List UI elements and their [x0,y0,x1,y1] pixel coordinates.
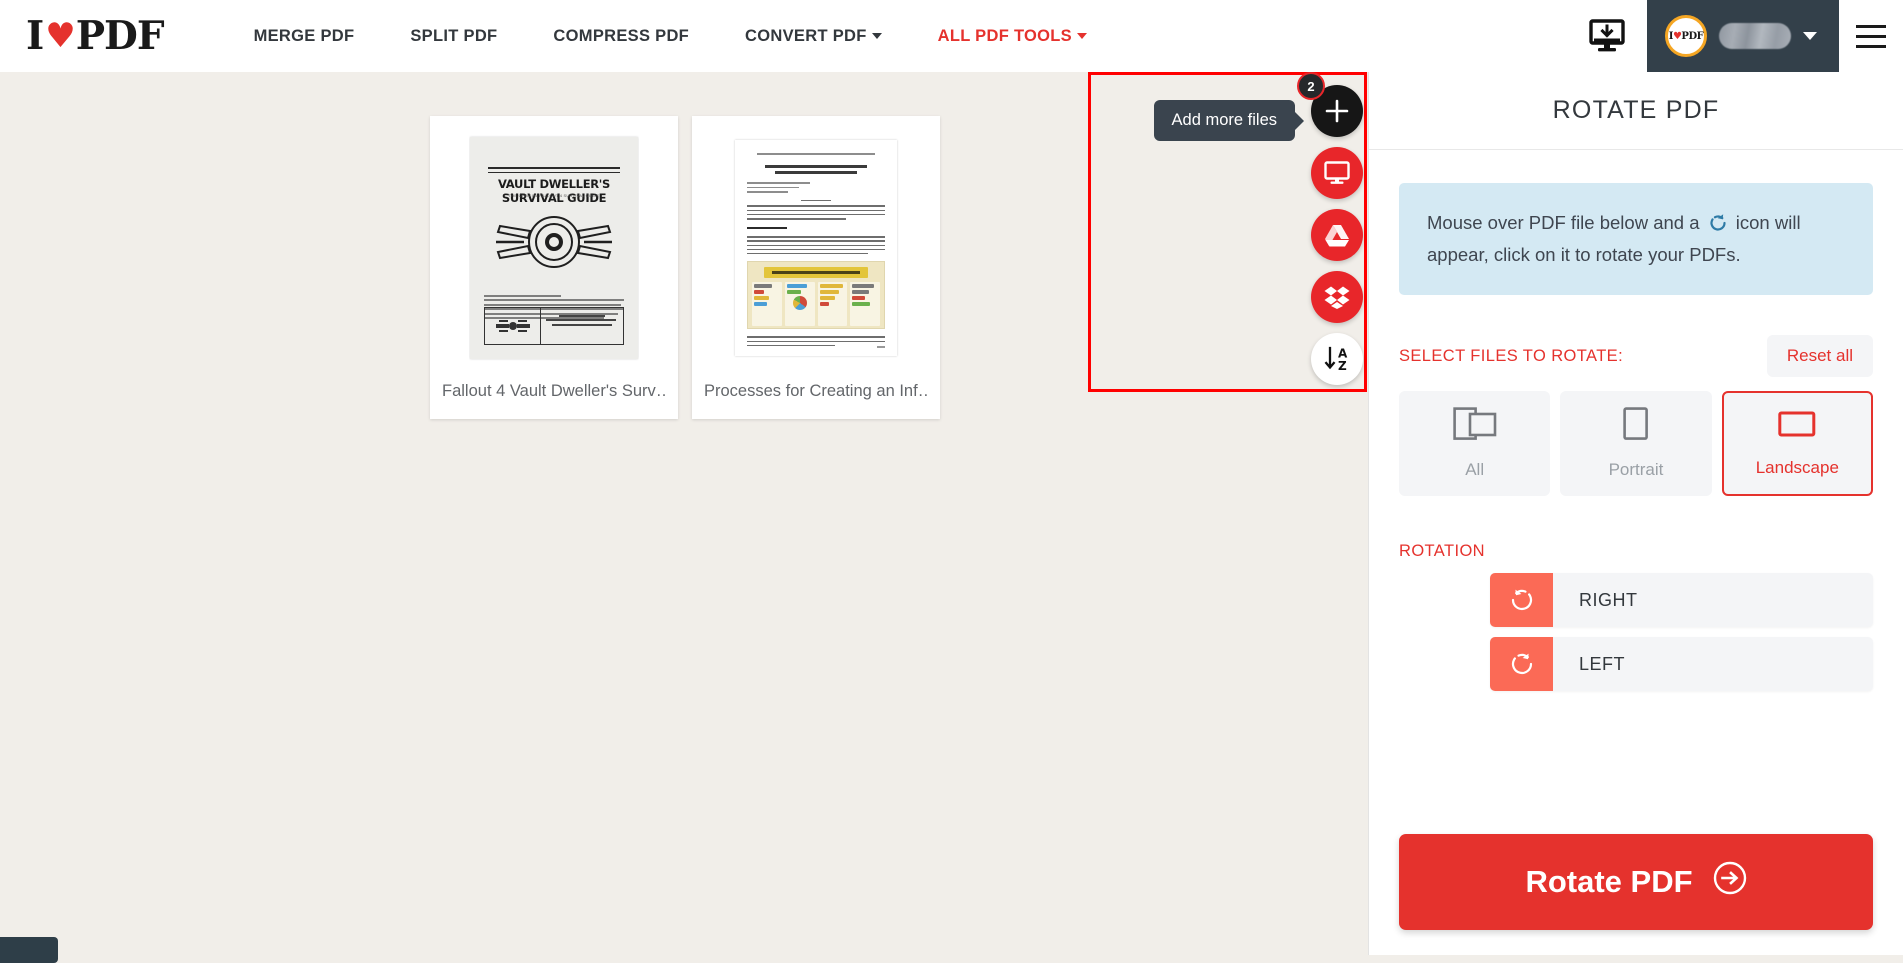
thumb-footer-box [484,307,624,345]
info-banner: Mouse over PDF file below and a icon wil… [1399,183,1873,295]
arrow-right-circle-icon [1713,861,1747,903]
nav-label: ALL PDF TOOLS [938,27,1072,45]
file-list: VAULT DWELLER'S SURVIVAL GUIDE THE OFFIC… [430,116,940,419]
nav-label: MERGE PDF [254,27,355,45]
hamburger-line [1856,35,1886,38]
chevron-down-icon [872,33,882,39]
rotation-label: LEFT [1553,654,1625,675]
file-thumbnail [731,134,901,362]
thumbnail-fallout-guide: VAULT DWELLER'S SURVIVAL GUIDE THE OFFIC… [470,137,638,359]
landscape-page-icon [1778,409,1816,444]
info-text-part1: Mouse over PDF file below and a [1427,212,1700,233]
hamburger-menu-icon[interactable] [1839,0,1903,72]
add-files-panel-highlight: Add more files 2 [1088,72,1367,392]
sort-files-az-button[interactable]: A Z [1311,333,1363,385]
rotation-label: RIGHT [1553,590,1638,611]
upload-from-dropbox-button[interactable] [1311,271,1363,323]
heart-icon: ♥ [1673,31,1681,42]
rotate-left-button[interactable]: LEFT [1490,637,1873,691]
rotate-pdf-submit-button[interactable]: Rotate PDF [1399,834,1873,930]
tool-sidebar: ROTATE PDF Mouse over PDF file below and… [1368,72,1903,955]
nav-label: COMPRESS PDF [553,27,689,45]
heart-icon: ♥ [45,19,74,53]
file-type-option-landscape[interactable]: Landscape [1722,391,1873,496]
nav-label: SPLIT PDF [410,27,497,45]
info-banner-text: Mouse over PDF file below and a icon wil… [1427,209,1845,269]
file-type-selector: All Portrait Landscape [1399,391,1873,496]
file-actions-toolbar: Add more files 2 [1311,85,1363,385]
cta-label: Rotate PDF [1525,864,1692,900]
thumb-infographic-figure [747,261,885,329]
hamburger-line [1856,45,1886,48]
logo-text-pre: I [26,13,43,59]
file-count-badge: 2 [1297,72,1325,100]
thumb-title: VAULT DWELLER'S SURVIVAL GUIDE [470,177,638,205]
svg-text:Z: Z [1338,359,1347,373]
ilovepdf-logo[interactable]: I♥PDF [26,13,164,59]
nav-item-convert-pdf[interactable]: CONVERT PDF [717,27,910,46]
nav-item-merge-pdf[interactable]: MERGE PDF [226,27,383,46]
nav-item-all-pdf-tools[interactable]: ALL PDF TOOLS [910,27,1115,46]
add-more-files-tooltip: Add more files [1154,100,1295,141]
desktop-download-icon[interactable] [1581,10,1633,62]
file-type-label: Landscape [1756,458,1839,478]
all-pages-icon [1453,407,1497,446]
thumbnail-infographic-paper [735,140,897,356]
rotate-right-icon [1490,573,1553,627]
file-name: Fallout 4 Vault Dweller's Surv… [442,382,666,401]
site-header: I♥PDF MERGE PDF SPLIT PDF COMPRESS PDF C… [0,0,1903,72]
file-thumbnail: VAULT DWELLER'S SURVIVAL GUIDE THE OFFIC… [469,134,639,362]
page-title: ROTATE PDF [1369,72,1903,150]
rotate-left-icon [1708,213,1728,241]
files-canvas: VAULT DWELLER'S SURVIVAL GUIDE THE OFFIC… [0,72,1368,955]
nav-item-compress-pdf[interactable]: COMPRESS PDF [525,27,717,46]
rotation-options: RIGHT LEFT [1399,573,1873,691]
avatar: I♥PDF [1665,15,1707,57]
upload-from-computer-button[interactable] [1311,147,1363,199]
file-type-label: Portrait [1609,460,1664,480]
vault-tec-logo-icon [494,211,614,278]
select-files-label: SELECT FILES TO ROTATE: [1399,347,1623,366]
rotate-right-button[interactable]: RIGHT [1490,573,1873,627]
username-redacted [1719,23,1791,49]
cookie-notice-bar[interactable] [0,937,58,963]
file-card[interactable]: Processes for Creating an Inf… [692,116,940,419]
sidebar-body: Mouse over PDF file below and a icon wil… [1369,183,1903,691]
rotate-left-icon [1490,637,1553,691]
reset-all-button[interactable]: Reset all [1767,335,1873,377]
select-files-row: SELECT FILES TO ROTATE: Reset all [1399,335,1873,377]
portrait-page-icon [1623,407,1649,446]
file-name: Processes for Creating an Inf… [704,382,928,401]
nav-label: CONVERT PDF [745,27,867,45]
logo-text-post: PDF [76,13,164,59]
thumb-subtitle: THE OFFICIAL FALLOUT 4 SURVIVAL GUIDE [470,193,638,198]
add-more-files-button[interactable]: 2 [1311,85,1363,137]
user-account-menu[interactable]: I♥PDF [1647,0,1839,72]
chevron-down-icon [1077,33,1087,39]
file-card[interactable]: VAULT DWELLER'S SURVIVAL GUIDE THE OFFIC… [430,116,678,419]
header-right-group: I♥PDF [1581,0,1903,72]
hamburger-line [1856,25,1886,28]
file-type-option-portrait[interactable]: Portrait [1560,391,1711,496]
file-type-label: All [1465,460,1484,480]
nav-item-split-pdf[interactable]: SPLIT PDF [382,27,525,46]
chevron-down-icon [1803,32,1817,40]
file-type-option-all[interactable]: All [1399,391,1550,496]
avatar-post: PDF [1681,31,1703,42]
main-navigation: MERGE PDF SPLIT PDF COMPRESS PDF CONVERT… [226,27,1115,46]
upload-from-google-drive-button[interactable] [1311,209,1363,261]
rotation-section-label: ROTATION [1399,542,1873,561]
